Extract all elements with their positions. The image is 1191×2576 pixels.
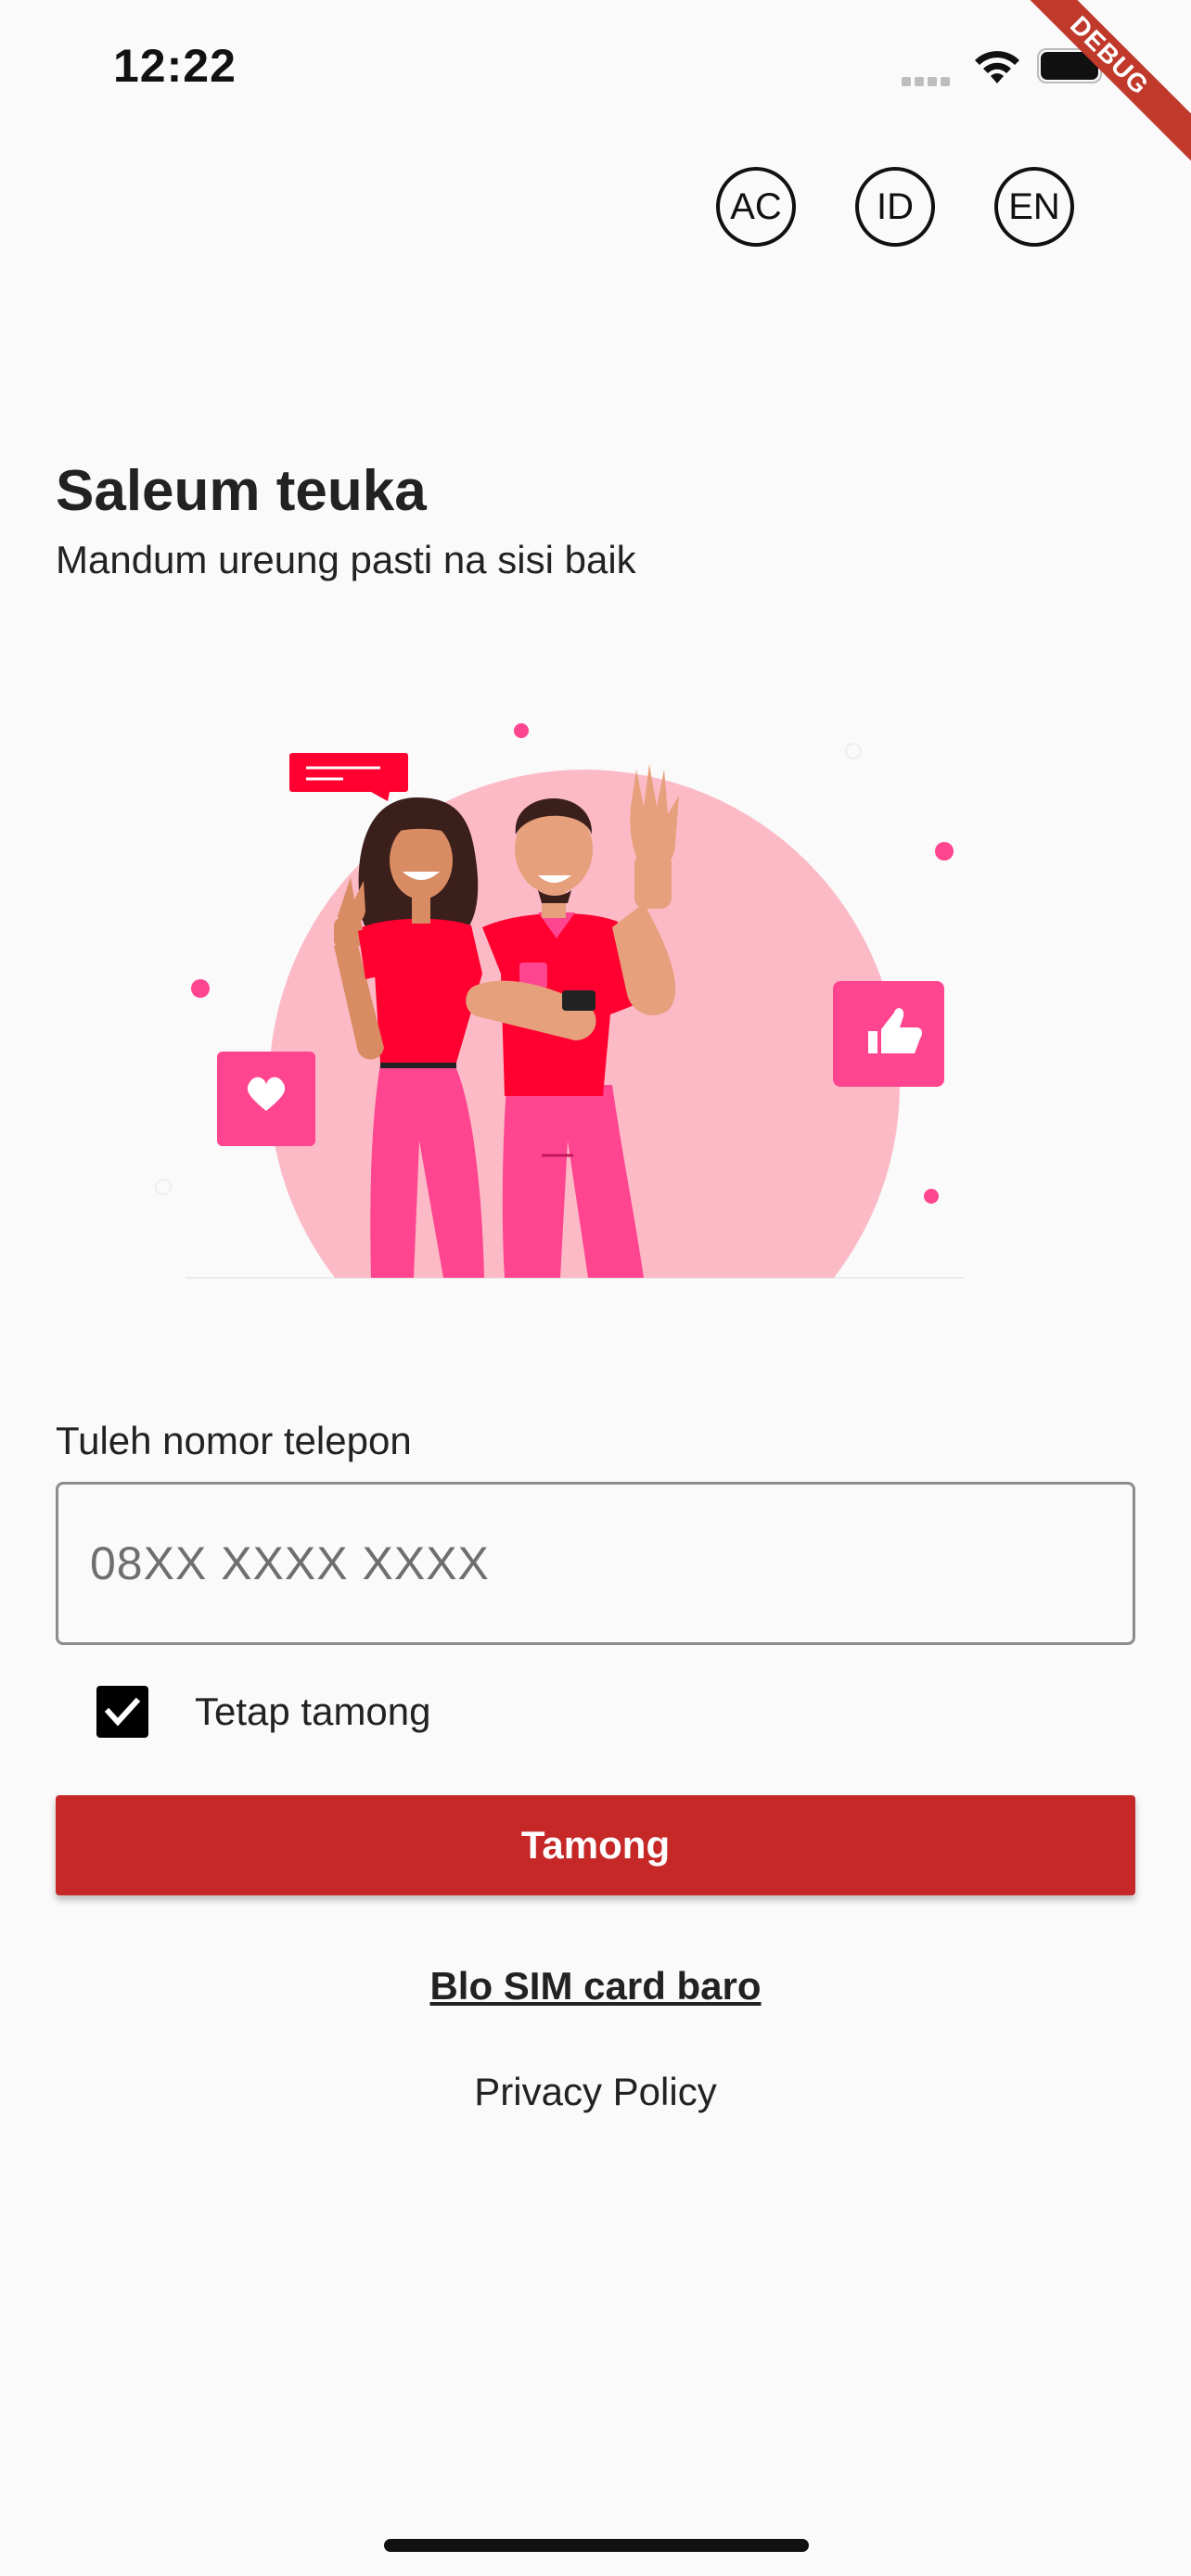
checkmark-icon: [104, 1697, 141, 1727]
cellular-signal-icon: [902, 74, 957, 86]
people-greeting-illustration: [155, 723, 965, 1279]
phone-number-input[interactable]: [56, 1482, 1135, 1645]
language-switcher: AC ID EN: [716, 167, 1074, 247]
greeting-title: Saleum teuka: [56, 459, 427, 523]
new-sim-card-link[interactable]: Blo SIM card baro: [0, 1964, 1191, 2009]
privacy-policy-link[interactable]: Privacy Policy: [0, 2070, 1191, 2114]
heart-icon: [217, 1052, 315, 1146]
thumbs-up-icon: [833, 981, 944, 1087]
status-bar: 12:22 DEBUG: [0, 0, 1191, 166]
login-button[interactable]: Tamong: [56, 1795, 1135, 1895]
remember-me-label: Tetap tamong: [195, 1690, 431, 1733]
greeting-subtitle: Mandum ureung pasti na sisi baik: [56, 538, 636, 581]
remember-me-row[interactable]: Tetap tamong: [96, 1686, 431, 1738]
home-indicator[interactable]: [384, 2539, 809, 2552]
chat-bubble-icon: [289, 753, 408, 801]
language-button-ac[interactable]: AC: [716, 167, 796, 247]
wifi-icon: [975, 51, 1019, 83]
phone-number-label: Tuleh nomor telepon: [56, 1419, 412, 1462]
language-button-id[interactable]: ID: [855, 167, 935, 247]
language-button-en[interactable]: EN: [994, 167, 1074, 247]
remember-me-checkbox[interactable]: [96, 1686, 148, 1738]
status-time: 12:22: [113, 40, 237, 92]
